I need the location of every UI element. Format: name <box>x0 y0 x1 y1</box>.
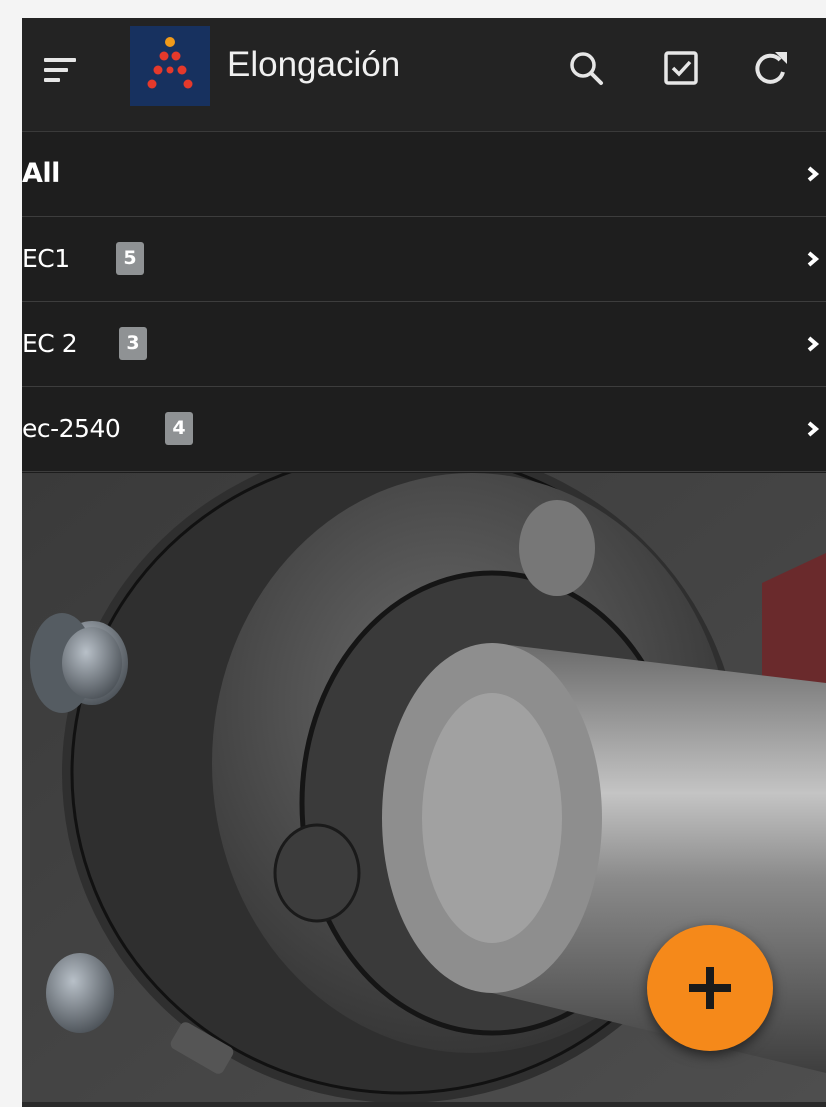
filter-row-ec-2540[interactable]: ec-2540 4 <box>22 387 826 472</box>
filter-label: ec-2540 <box>22 414 121 443</box>
search-icon[interactable] <box>566 48 606 88</box>
filter-row-all[interactable]: All <box>22 132 826 217</box>
count-badge: 5 <box>116 242 144 275</box>
chevron-right-icon <box>807 251 820 267</box>
chevron-right-icon <box>807 166 820 182</box>
filter-row-ec1[interactable]: EC1 5 <box>22 217 826 302</box>
filter-list: All EC1 5 EC 2 3 ec-2540 4 <box>22 132 826 472</box>
menu-icon[interactable] <box>44 56 80 86</box>
checkbox-icon[interactable] <box>662 48 702 88</box>
filter-row-ec-2[interactable]: EC 2 3 <box>22 302 826 387</box>
app-title: Elongación <box>227 45 401 84</box>
chevron-right-icon <box>807 421 820 437</box>
filter-label: All <box>22 158 60 189</box>
count-badge: 3 <box>119 327 147 360</box>
filter-label: EC1 <box>22 244 70 273</box>
bottom-divider <box>22 1102 826 1107</box>
chevron-right-icon <box>807 336 820 352</box>
filter-label: EC 2 <box>22 329 78 358</box>
refresh-icon[interactable] <box>750 48 790 88</box>
add-button[interactable] <box>647 925 773 1051</box>
plus-icon <box>689 967 731 1009</box>
count-badge: 4 <box>165 412 193 445</box>
top-app-bar: Elongación <box>22 18 826 132</box>
logo-mark-icon <box>147 37 193 89</box>
app-logo <box>130 26 210 106</box>
